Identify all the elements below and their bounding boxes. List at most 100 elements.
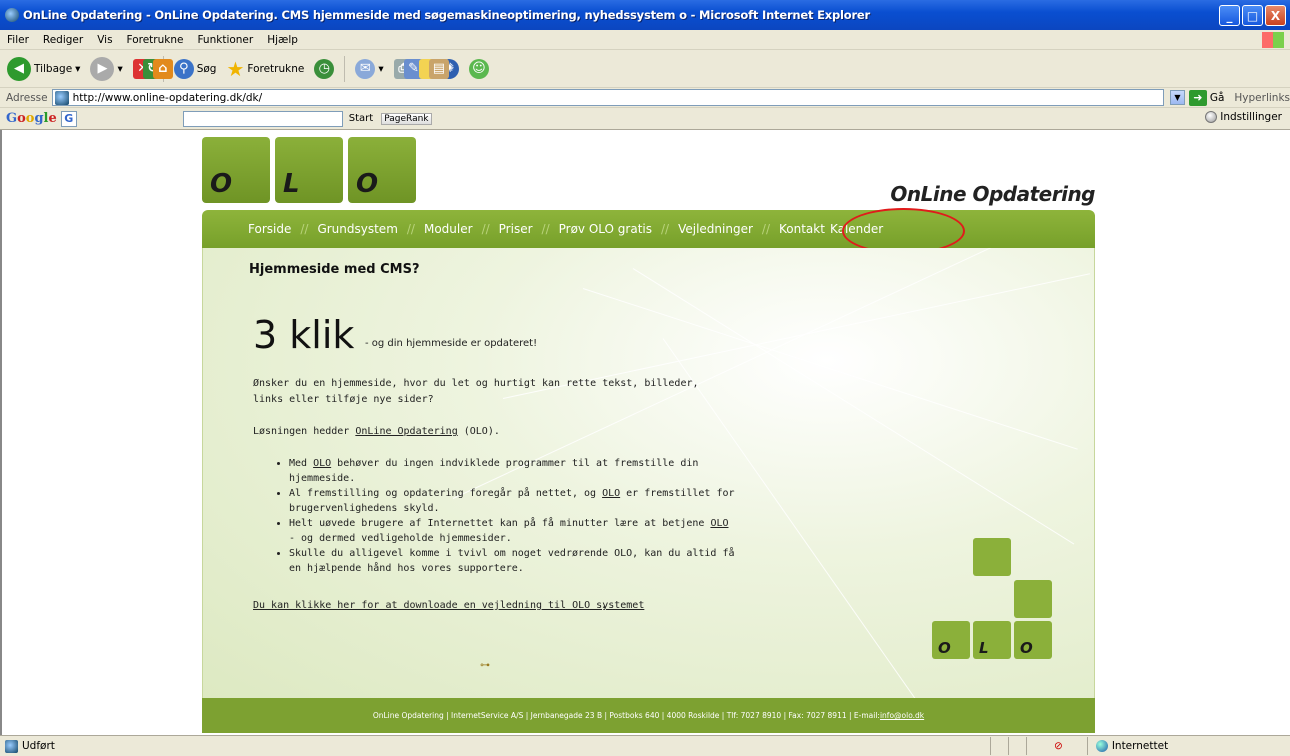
nav-kontakt[interactable]: Kontakt xyxy=(779,222,825,236)
messenger-icon: ☺ xyxy=(468,58,489,79)
list-item: Med OLO behøver du ingen indviklede prog… xyxy=(289,456,735,486)
key-icon: ⊶ xyxy=(480,660,490,671)
settings-icon xyxy=(1205,111,1218,123)
research-icon: ▤ xyxy=(428,58,449,79)
logo-tile: O xyxy=(348,137,416,203)
logo-letter: O xyxy=(356,169,379,199)
windows-logo-icon xyxy=(1262,32,1284,48)
address-url: http://www.online-opdatering.dk/dk/ xyxy=(72,91,263,104)
olo-link[interactable]: OLO xyxy=(602,488,620,499)
page-icon xyxy=(5,739,18,753)
nav-separator: // xyxy=(661,222,670,236)
footer-email-link[interactable]: info@olo.dk xyxy=(880,711,924,720)
logo-letter: O xyxy=(938,639,951,657)
search-label: Søg xyxy=(196,62,217,75)
google-start-button[interactable]: Start xyxy=(349,113,373,124)
deco-square xyxy=(1014,580,1052,618)
address-bar: Adresse http://www.online-opdatering.dk/… xyxy=(0,88,1290,108)
security-zone: Internettet xyxy=(1086,737,1169,755)
nav-vejledninger[interactable]: Vejledninger xyxy=(678,222,753,236)
logo-tile: O xyxy=(202,137,270,203)
zone-label: Internettet xyxy=(1111,740,1169,752)
headline-big: 3 klik xyxy=(253,313,355,357)
nav-separator: // xyxy=(481,222,490,236)
close-button[interactable]: X xyxy=(1265,5,1286,26)
menu-bar: Filer Rediger Vis Foretrukne Funktioner … xyxy=(0,30,1290,50)
back-label: Tilbage xyxy=(34,62,73,75)
menu-foretrukne[interactable]: Foretrukne xyxy=(120,34,191,46)
nav-separator: // xyxy=(406,222,415,236)
search-icon: ⚲ xyxy=(173,58,194,79)
olo-link[interactable]: OLO xyxy=(313,458,331,469)
logo-letter: L xyxy=(979,639,989,657)
go-button[interactable]: ➜ Gå xyxy=(1188,89,1224,106)
menu-filer[interactable]: Filer xyxy=(0,34,36,46)
mail-icon: ✉ xyxy=(355,58,376,79)
nav-kalender[interactable]: Kalender xyxy=(830,222,883,236)
nav-separator: // xyxy=(300,222,309,236)
logo-letter: L xyxy=(283,169,300,199)
settings-label: Indstillinger xyxy=(1220,111,1282,123)
solution-paragraph: Løsningen hedder OnLine Opdatering (OLO)… xyxy=(253,426,500,437)
messenger-button[interactable]: ☺ xyxy=(466,54,492,84)
nav-separator: // xyxy=(541,222,550,236)
olo-link[interactable]: OLO xyxy=(710,518,728,529)
nav-forside[interactable]: Forside xyxy=(248,222,291,236)
intro-paragraph: Ønsker du en hjemmeside, hvor du let og … xyxy=(253,378,699,405)
nav-grundsystem[interactable]: Grundsystem xyxy=(317,222,397,236)
hyperlinks-button[interactable]: Hyperlinks xyxy=(1234,92,1290,104)
deco-square: L xyxy=(973,621,1011,659)
nav-separator: // xyxy=(761,222,770,236)
website: O L O OnLine Opdatering Forside // Grund… xyxy=(202,130,1095,735)
star-icon: ★ xyxy=(226,56,245,81)
mail-button[interactable]: ✉ ▾ xyxy=(352,54,386,84)
back-button[interactable]: ◀ Tilbage ▾ xyxy=(4,54,83,84)
list-item: Skulle du alligevel komme i tvivl om nog… xyxy=(289,546,735,576)
google-logo[interactable]: Google xyxy=(0,111,57,126)
popup-blocker-icon[interactable]: ⊘ xyxy=(1054,740,1063,752)
google-toolbar: Google G Start PageRank Indstillinger xyxy=(0,108,1290,130)
nav-priser[interactable]: Priser xyxy=(499,222,533,236)
pagerank-button[interactable]: PageRank xyxy=(381,112,432,125)
settings-button[interactable]: Indstillinger xyxy=(1205,111,1282,123)
back-arrow-icon: ◀ xyxy=(7,56,31,81)
stop-button[interactable]: ✕ xyxy=(130,54,153,84)
go-arrow-icon: ➜ xyxy=(1188,89,1207,106)
chevron-down-icon: ▾ xyxy=(378,62,384,75)
download-guide-link[interactable]: Du kan klikke her for at downloade en ve… xyxy=(253,600,644,611)
logo-tile: L xyxy=(275,137,343,203)
search-button[interactable]: ⚲ Søg xyxy=(171,54,220,84)
logo-letter: O xyxy=(1020,639,1033,657)
menu-vis[interactable]: Vis xyxy=(90,34,119,46)
nav-moduler[interactable]: Moduler xyxy=(424,222,473,236)
deco-square xyxy=(973,538,1011,576)
browser-viewport: O L O OnLine Opdatering Forside // Grund… xyxy=(0,130,1290,735)
deco-square: O xyxy=(1014,621,1052,659)
menu-funktioner[interactable]: Funktioner xyxy=(190,34,260,46)
minimize-button[interactable]: _ xyxy=(1219,5,1240,26)
title-bar: OnLine Opdatering - OnLine Opdatering. C… xyxy=(0,0,1290,30)
site-footer: OnLine Opdatering | InternetService A/S … xyxy=(202,698,1095,733)
olo-link[interactable]: OnLine Opdatering xyxy=(355,426,457,437)
nav-proev-gratis[interactable]: Prøv OLO gratis xyxy=(559,222,652,236)
history-button[interactable]: ◷ xyxy=(311,54,337,84)
print-button[interactable]: ⎙ xyxy=(391,54,414,84)
address-dropdown-button[interactable]: ▼ xyxy=(1170,90,1185,105)
globe-icon xyxy=(1095,740,1108,752)
history-icon: ◷ xyxy=(314,58,335,79)
google-search-input[interactable] xyxy=(182,110,343,127)
footer-text: OnLine Opdatering | InternetService A/S … xyxy=(372,711,880,720)
google-menu-button[interactable]: G xyxy=(60,110,77,127)
favorites-label: Foretrukne xyxy=(247,62,305,75)
address-input[interactable]: http://www.online-opdatering.dk/dk/ xyxy=(51,89,1165,106)
forward-button[interactable]: ▶ ▾ xyxy=(87,54,125,84)
brand-name: OnLine Opdatering xyxy=(890,182,1095,206)
menu-hjaelp[interactable]: Hjælp xyxy=(260,34,305,46)
ie-icon xyxy=(5,8,19,22)
favorites-button[interactable]: ★ Foretrukne xyxy=(223,54,307,84)
page-icon xyxy=(54,90,69,105)
menu-rediger[interactable]: Rediger xyxy=(36,34,90,46)
maximize-button[interactable]: □ xyxy=(1242,5,1263,26)
feature-list: Med OLO behøver du ingen indviklede prog… xyxy=(275,456,735,576)
page-heading: Hjemmeside med CMS? xyxy=(249,262,420,277)
